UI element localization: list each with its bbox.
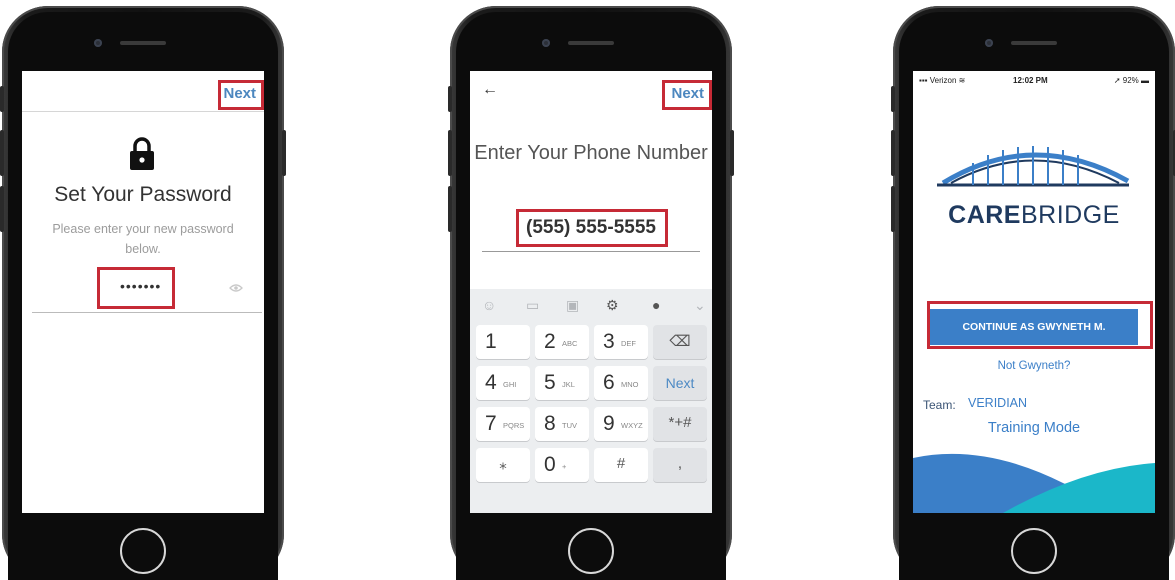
keypad-key[interactable]: 0 + — [535, 448, 589, 482]
key-label: , — [677, 455, 683, 472]
page-subtitle: Please enter your new password below. — [52, 222, 234, 256]
keypad-key[interactable]: 1 — [476, 325, 530, 359]
back-arrow-icon[interactable]: ← — [482, 81, 498, 99]
carebridge-logo — [937, 146, 1130, 187]
carrier-label: ▪▪▪ Verizon ≋ — [919, 76, 966, 85]
continue-highlight — [927, 301, 1153, 349]
training-mode-link[interactable]: Training Mode — [913, 420, 1155, 436]
page-title: Set Your Password — [54, 183, 232, 206]
keypad-key[interactable]: ⌫ — [653, 325, 707, 359]
team-label: Team: — [923, 398, 956, 412]
set-password-screen: Next Set Your Password Please enter your… — [22, 71, 264, 513]
microphone-icon[interactable]: ● — [652, 297, 660, 313]
key-label: ⌫ — [669, 333, 691, 350]
sticker-icon[interactable]: ▭ — [526, 297, 539, 314]
page-title: Enter Your Phone Number — [474, 142, 708, 164]
numeric-keyboard: ☺ ▭ ▣ ⚙ ● ⌄ 1 2 ABC 3 DEF ⌫ 4 GHI 5 JKL 6 MNO Next 7 P… — [470, 289, 712, 513]
home-button[interactable] — [120, 528, 166, 574]
keypad-key[interactable]: *+# — [653, 407, 707, 441]
keypad-key[interactable]: 3 DEF — [594, 325, 648, 359]
password-highlight — [97, 267, 175, 309]
keyboard-toolbar: ☺ ▭ ▣ ⚙ ● ⌄ — [470, 289, 712, 323]
phone-underline — [482, 251, 700, 252]
password-underline — [32, 312, 262, 313]
speaker-grille — [120, 41, 166, 45]
key-letters: JKL — [562, 380, 575, 389]
keypad-key[interactable]: 5 JKL — [535, 366, 589, 400]
key-letters: TUV — [562, 421, 577, 430]
keypad-key[interactable]: 9 WXYZ — [594, 407, 648, 441]
key-digit: 9 — [603, 412, 615, 435]
gif-icon[interactable]: ▣ — [566, 297, 579, 314]
key-letters: DEF — [621, 339, 636, 348]
settings-icon[interactable]: ⚙ — [606, 297, 619, 314]
keypad-key[interactable]: 8 TUV — [535, 407, 589, 441]
carebridge-login-screen: ▪▪▪ Verizon ≋ 12:02 PM ➚ 92% ▬ CAREBRIDG… — [913, 71, 1155, 513]
key-letters: GHI — [503, 380, 517, 389]
decorative-waves — [913, 453, 1155, 513]
next-highlight — [218, 80, 264, 110]
speaker-grille — [1011, 41, 1057, 45]
camera-icon — [985, 39, 993, 47]
keypad-key[interactable]: 6 MNO — [594, 366, 648, 400]
phone-number-highlight — [516, 209, 668, 247]
speaker-grille — [568, 41, 614, 45]
key-letters: + — [562, 462, 567, 471]
team-value: VERIDIAN — [968, 396, 1028, 410]
camera-icon — [542, 39, 550, 47]
key-label: Next — [665, 375, 695, 391]
key-digit: 4 — [485, 371, 497, 394]
key-digit: 6 — [603, 371, 615, 394]
phone-number-screen: ← Next Enter Your Phone Number (555) 555… — [470, 71, 712, 513]
next-highlight — [662, 80, 712, 110]
key-letters: ABC — [562, 339, 578, 348]
key-digit: 3 — [603, 330, 615, 353]
emoji-icon[interactable]: ☺ — [482, 297, 496, 313]
keypad-key[interactable]: 4 GHI — [476, 366, 530, 400]
chevron-down-icon[interactable]: ⌄ — [694, 297, 706, 314]
key-digit: 0 — [544, 453, 556, 476]
keypad-key[interactable]: 2 ABC — [535, 325, 589, 359]
key-letters: PQRS — [503, 421, 525, 430]
keypad-key[interactable]: 7 PQRS — [476, 407, 530, 441]
key-label: # — [616, 455, 626, 472]
key-digit: 2 — [544, 330, 556, 353]
lock-icon — [130, 137, 154, 170]
status-bar: ▪▪▪ Verizon ≋ 12:02 PM ➚ 92% ▬ — [913, 71, 1155, 89]
keypad-key[interactable]: , — [653, 448, 707, 482]
keypad-key[interactable]: Next — [653, 366, 707, 400]
key-digit: 8 — [544, 412, 556, 435]
not-user-link[interactable]: Not Gwyneth? — [913, 360, 1155, 372]
eye-icon[interactable] — [229, 283, 243, 293]
key-digit: 7 — [485, 412, 497, 435]
home-button[interactable] — [1011, 528, 1057, 574]
key-digit: 5 — [544, 371, 556, 394]
keypad-key[interactable]: # — [594, 448, 648, 482]
key-label: *+# — [668, 414, 692, 431]
battery-indicator: ➚ 92% ▬ — [1113, 76, 1149, 85]
keypad-key[interactable]: ⁎ — [476, 448, 530, 482]
key-digit: 1 — [485, 330, 497, 353]
key-letters: MNO — [621, 380, 639, 389]
camera-icon — [94, 39, 102, 47]
brand-name: CAREBRIDGE — [948, 201, 1120, 229]
status-time: 12:02 PM — [1013, 76, 1048, 85]
key-letters: WXYZ — [621, 421, 643, 430]
key-label: ⁎ — [499, 456, 507, 473]
home-button[interactable] — [568, 528, 614, 574]
